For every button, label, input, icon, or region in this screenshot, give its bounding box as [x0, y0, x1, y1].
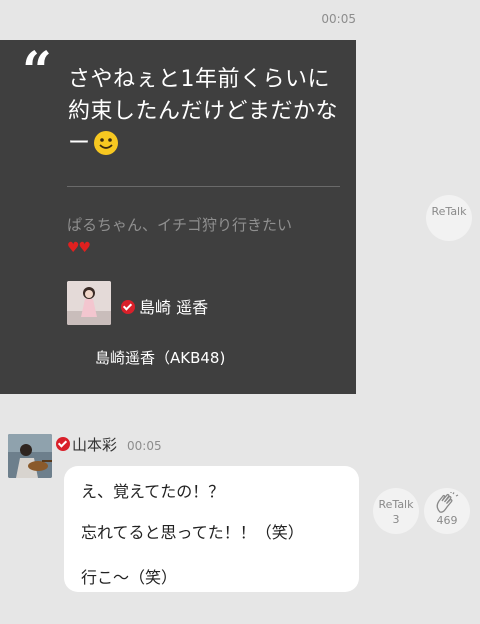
clap-icon	[436, 492, 459, 513]
message-line: え、覚えてたの！？	[81, 482, 225, 501]
quote-text: さやねぇと1年前くらいに約束したんだけどまだかなー	[68, 64, 348, 160]
smiley-emoji-icon	[93, 131, 118, 155]
quote-mark-icon: “	[22, 41, 52, 102]
clap-button[interactable]: 469	[424, 488, 470, 534]
retalk-label: ReTalk	[378, 498, 414, 511]
retalk-count: 3	[392, 513, 400, 526]
user-name[interactable]: 山本彩	[72, 436, 117, 454]
retalk-label: ReTalk	[431, 205, 467, 218]
quote-divider	[67, 186, 340, 187]
clap-count: 469	[436, 514, 458, 527]
author-avatar[interactable]	[67, 281, 111, 325]
hearts-icon: ♥♥	[67, 240, 91, 256]
reply-body: ぱるちゃん、イチゴ狩り行きたい	[67, 216, 293, 234]
user-avatar-image	[8, 434, 52, 478]
retalk-button-bottom[interactable]: ReTalk 3	[373, 488, 419, 534]
message-time: 00:05	[127, 439, 162, 453]
retalk-button-top[interactable]: ReTalk	[426, 195, 472, 241]
author-row: 島崎 遥香	[121, 294, 208, 318]
source-label: 島崎遥香（AKB48)	[95, 349, 226, 367]
author-avatar-image	[67, 281, 111, 325]
message-line: 行こ〜（笑）	[81, 568, 178, 587]
verified-icon	[121, 300, 135, 314]
message-bubble[interactable]: え、覚えてたの！？ 忘れてると思ってた！！（笑） 行こ〜（笑）	[64, 466, 359, 592]
message-line: 忘れてると思ってた！！（笑）	[81, 523, 304, 542]
top-timestamp: 00:05	[321, 12, 356, 26]
verified-icon	[56, 437, 70, 451]
reply-text: ぱるちゃん、イチゴ狩り行きたい ♥♥	[67, 214, 307, 259]
user-avatar[interactable]	[8, 434, 52, 478]
author-name[interactable]: 島崎 遥香	[139, 298, 208, 317]
user-row: 山本彩 00:05	[56, 434, 162, 455]
